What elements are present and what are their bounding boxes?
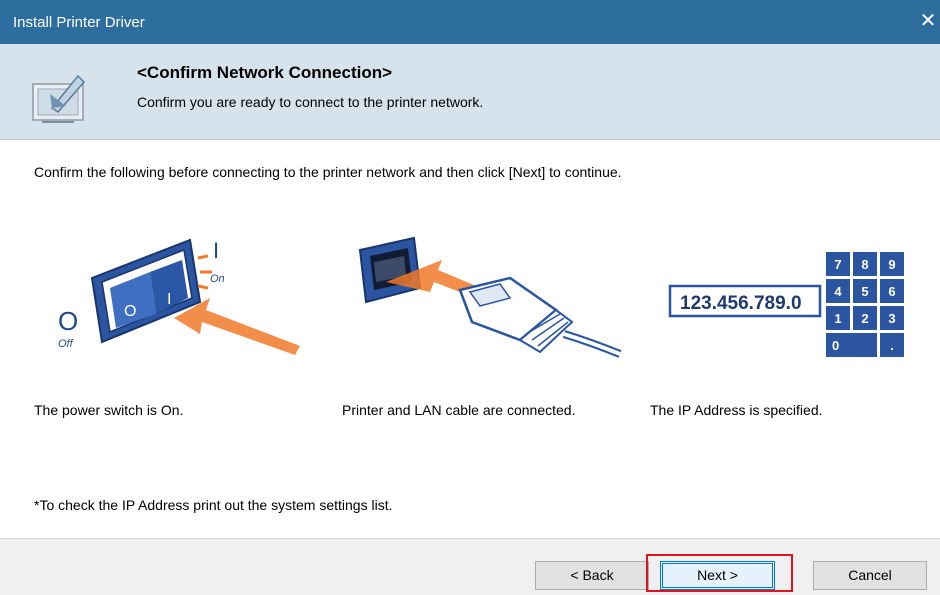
keypad-key-label: .: [890, 338, 894, 353]
button-bar: < Back Next > Cancel: [0, 538, 940, 595]
keypad-key-label: 7: [834, 257, 841, 272]
caption-power-switch: The power switch is On.: [34, 402, 184, 418]
switch-on-label: On: [210, 273, 225, 285]
lan-cable-icon: [358, 236, 622, 358]
keypad: 7 8 9 4 5 6 1 2 3 0.: [826, 252, 904, 357]
switch-on-symbol: I: [213, 238, 219, 263]
power-switch-icon: O Off O I I On: [58, 238, 300, 355]
install-monitor-icon: [32, 74, 86, 123]
page-title: <Confirm Network Connection>: [137, 63, 393, 82]
page-subtitle: Confirm you are ready to connect to the …: [137, 94, 484, 110]
keypad-key-label: 0: [832, 338, 839, 353]
title-bar: Install Printer Driver ✕: [0, 0, 940, 44]
back-button[interactable]: < Back: [535, 561, 649, 590]
switch-off-symbol: O: [58, 306, 78, 336]
caption-ip-address: The IP Address is specified.: [650, 402, 823, 418]
ip-keypad-icon: 123.456.789.0 7 8 9 4 5 6 1 2 3 0.: [666, 248, 916, 363]
keypad-key-label: 1: [834, 311, 841, 326]
instruction-text: Confirm the following before connecting …: [34, 164, 622, 180]
ip-example-text: 123.456.789.0: [680, 293, 802, 314]
cancel-button[interactable]: Cancel: [813, 561, 927, 590]
header-banner: <Confirm Network Connection> Confirm you…: [0, 44, 940, 140]
close-icon[interactable]: ✕: [916, 6, 940, 36]
keypad-key-label: 5: [861, 284, 868, 299]
keypad-key-label: 3: [888, 311, 895, 326]
keypad-key-label: 8: [861, 257, 868, 272]
next-button-focus-ring: [662, 563, 773, 588]
ip-address-note: *To check the IP Address print out the s…: [34, 497, 393, 513]
window-title: Install Printer Driver: [13, 14, 145, 31]
switch-i-mark: I: [167, 291, 171, 308]
keypad-key-label: 6: [888, 284, 895, 299]
keypad-key-label: 2: [861, 311, 868, 326]
switch-o-mark: O: [124, 303, 136, 320]
caption-lan-cable: Printer and LAN cable are connected.: [342, 402, 576, 418]
next-button[interactable]: Next >: [660, 561, 775, 590]
keypad-key-label: 4: [834, 284, 842, 299]
switch-off-label: Off: [58, 338, 74, 350]
keypad-key-label: 9: [888, 257, 895, 272]
